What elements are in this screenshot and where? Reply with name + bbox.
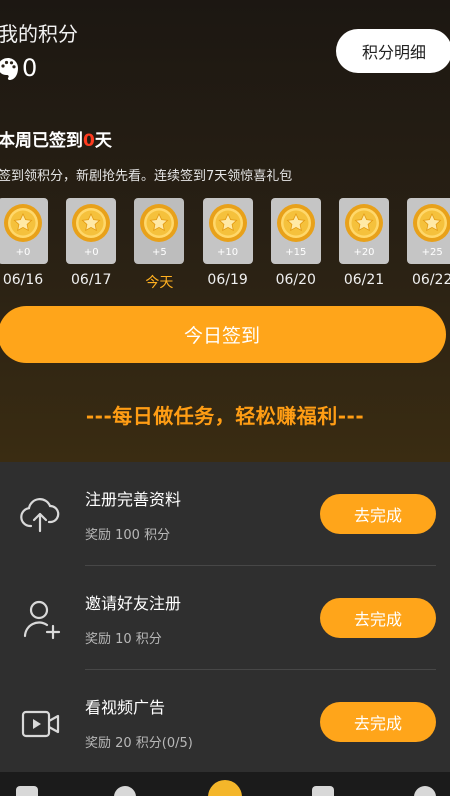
task-reward: 奖励 10 积分: [85, 632, 162, 647]
task-item: 看视频广告 奖励 20 积分(0/5) 去完成: [0, 670, 450, 774]
task-complete-button[interactable]: 去完成: [320, 494, 436, 534]
week-prefix: 本周已签到: [0, 131, 83, 151]
signin-day-card: +5: [134, 198, 185, 264]
signin-day-card: +25: [407, 198, 450, 264]
signin-day: +25 06/22: [407, 198, 450, 288]
task-complete-button[interactable]: 去完成: [320, 702, 436, 742]
nav-points-icon[interactable]: [208, 780, 242, 796]
page-title: 我的积分: [0, 22, 78, 46]
task-reward: 奖励 20 积分(0/5): [85, 736, 193, 751]
task-list: 注册完善资料 奖励 100 积分 去完成 邀请好友注册 奖励 10 积分 去完成…: [0, 462, 450, 772]
points-value: 0: [22, 54, 38, 82]
signin-day-amount: +5: [152, 247, 167, 258]
coin-icon: [4, 204, 42, 242]
task-name: 看视频广告: [85, 698, 166, 717]
coin-icon: [208, 204, 247, 242]
signin-day-label: 06/17: [71, 272, 112, 288]
signin-today-button[interactable]: 今日签到: [0, 306, 446, 363]
task-item: 邀请好友注册 奖励 10 积分 去完成: [0, 566, 450, 670]
nav-play-icon[interactable]: [312, 786, 334, 796]
signin-day-label: 06/20: [275, 272, 316, 288]
coin-icon: [413, 204, 450, 242]
signin-description: 签到领积分，新剧抢先看。连续签到7天领惊喜礼包: [0, 169, 293, 184]
bottom-nav: [0, 772, 450, 796]
signin-day: +10 06/19: [202, 198, 253, 288]
coin-icon: [72, 204, 111, 242]
signin-day-amount: +20: [353, 247, 375, 258]
signin-day-card: +20: [339, 198, 389, 264]
signin-day-amount: +15: [285, 247, 307, 258]
signin-day-label: 06/21: [343, 272, 385, 288]
signin-day-amount: +0: [83, 247, 99, 258]
signin-day-amount: +0: [15, 247, 31, 258]
signin-day-label: 06/19: [207, 272, 248, 288]
signin-day-card: +15: [270, 198, 321, 264]
video-icon: [21, 710, 60, 738]
week-suffix: 天: [94, 131, 112, 151]
nav-home-icon[interactable]: [16, 786, 38, 796]
coin-icon: [345, 204, 383, 242]
signin-day: +20 06/21: [339, 198, 389, 288]
palette-icon: [0, 58, 18, 80]
signin-day-amount: +10: [217, 247, 239, 258]
signin-day-label: 06/16: [2, 272, 44, 288]
points-detail-button[interactable]: 积分明细: [336, 29, 450, 73]
week-signin-status: 本周已签到0天: [0, 126, 112, 151]
cloud-upload-icon: [20, 498, 60, 533]
task-item: 注册完善资料 奖励 100 积分 去完成: [0, 462, 450, 566]
task-reward: 奖励 100 积分: [85, 528, 171, 543]
signin-day-card: +10: [202, 198, 253, 264]
nav-discover-icon[interactable]: [114, 786, 136, 796]
signin-day: +0 06/16: [0, 198, 48, 288]
signin-day-card: +0: [0, 198, 48, 264]
task-name: 注册完善资料: [85, 490, 182, 509]
signin-day-label: 今天: [145, 275, 174, 291]
task-complete-button[interactable]: 去完成: [320, 598, 436, 638]
signin-day: +15 06/20: [270, 198, 321, 288]
coin-icon: [140, 204, 179, 242]
add-user-icon: [23, 600, 61, 640]
nav-profile-icon[interactable]: [414, 786, 436, 796]
signin-day-label: 06/22: [412, 272, 450, 288]
coin-icon: [276, 204, 315, 242]
signin-day-amount: +25: [421, 247, 443, 258]
task-name: 邀请好友注册: [85, 594, 182, 613]
tasks-banner: ---每日做任务，轻松赚福利---: [85, 404, 365, 428]
week-count: 0: [83, 131, 95, 151]
signin-day: +0 06/17: [66, 198, 117, 288]
signin-day-card: +0: [66, 198, 117, 264]
signin-day: +5 今天: [134, 198, 185, 292]
points-balance: 0: [0, 54, 37, 82]
points-header-panel: 我的积分 0 积分明细 本周已签到0天 签到领积分，新剧抢先看。连续签到7天领惊…: [0, 0, 450, 462]
